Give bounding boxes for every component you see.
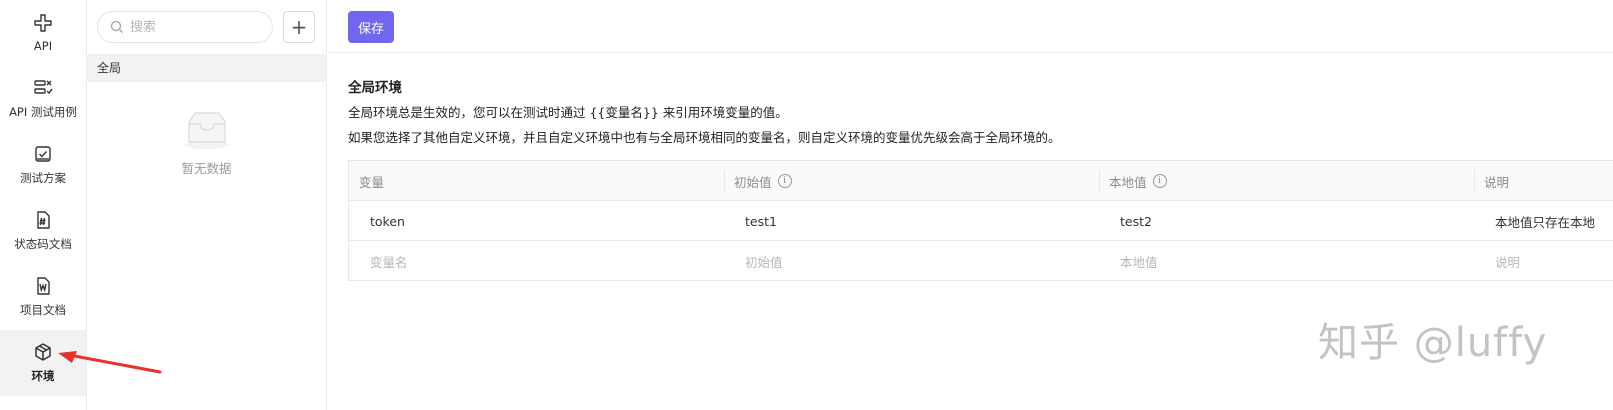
- nav-label: 状态码文档: [14, 237, 72, 251]
- new-description-input[interactable]: 说明: [1474, 241, 1613, 281]
- nav-label: 测试方案: [20, 171, 66, 185]
- nav-label: 项目文档: [20, 303, 66, 317]
- nav-item-status-code-doc[interactable]: 状态码文档: [0, 198, 86, 264]
- empty-text: 暂无数据: [181, 161, 232, 176]
- new-initial-value-input[interactable]: 初始值: [724, 241, 1099, 281]
- test-plan-icon: [35, 146, 51, 162]
- new-variable-row: 变量名 初始值 本地值 说明: [349, 241, 1613, 281]
- variables-table: 变量 初始值 i 本地值 i 说明 token test1 test2 本地值只…: [348, 160, 1613, 281]
- header-variable: 变量: [359, 174, 385, 190]
- description-line-2: 如果您选择了其他自定义环境，并且自定义环境中也有与全局环境相同的变量名，则自定义…: [348, 130, 1061, 145]
- header-initial-value: 初始值 i: [724, 161, 1099, 201]
- new-variable-name-input[interactable]: 变量名: [349, 241, 724, 281]
- section-title: 全局环境: [348, 80, 402, 96]
- app-window: API API 测试用例 测试方案 状态码文档 项目文档 环境 搜索 + 全局 …: [0, 0, 1613, 410]
- header-description: 说明: [1474, 161, 1613, 201]
- save-button[interactable]: 保存: [348, 11, 394, 43]
- add-environment-button[interactable]: +: [283, 11, 315, 43]
- red-arrow-annotation: [58, 351, 162, 374]
- search-box[interactable]: [97, 11, 273, 43]
- watermark: 知乎 @luffy: [1318, 320, 1548, 366]
- env-group-global[interactable]: 全局: [87, 54, 326, 82]
- nav-item-api[interactable]: API: [0, 0, 86, 66]
- nav-label: 环境: [31, 369, 55, 383]
- left-nav: API API 测试用例 测试方案 状态码文档 项目文档 环境: [0, 0, 87, 410]
- toolbar: 保存: [328, 0, 1613, 53]
- environment-icon: [35, 343, 51, 361]
- environment-list-panel: + 全局 暂无数据: [87, 0, 327, 410]
- table-header-row: 变量 初始值 i 本地值 i 说明: [349, 161, 1613, 201]
- api-icon: [34, 14, 52, 32]
- new-local-value-input[interactable]: 本地值: [1099, 241, 1474, 281]
- cell-initial-value[interactable]: test1: [724, 201, 1099, 241]
- search-input[interactable]: [130, 19, 260, 35]
- nav-item-project-doc[interactable]: 项目文档: [0, 264, 86, 330]
- nav-item-test-plan[interactable]: 测试方案: [0, 132, 86, 198]
- project-doc-icon: [37, 277, 50, 295]
- nav-label: API: [33, 39, 53, 53]
- cell-description[interactable]: 本地值只存在本地: [1474, 201, 1613, 241]
- table-row: token test1 test2 本地值只存在本地: [349, 201, 1613, 241]
- empty-inbox-icon: [184, 112, 229, 149]
- info-icon[interactable]: i: [1152, 174, 1167, 188]
- description-line-1: 全局环境总是生效的，您可以在测试时通过 {{变量名}} 来引用环境变量的值。: [348, 105, 788, 120]
- nav-label: API 测试用例: [9, 105, 77, 119]
- search-icon: [110, 20, 123, 33]
- info-icon[interactable]: i: [777, 174, 792, 188]
- status-code-doc-icon: [37, 211, 50, 229]
- nav-item-api-test-case[interactable]: API 测试用例: [0, 66, 86, 132]
- test-case-icon: [34, 80, 53, 95]
- cell-local-value[interactable]: test2: [1099, 201, 1474, 241]
- cell-variable[interactable]: token: [349, 201, 724, 241]
- empty-state: 暂无数据: [87, 110, 326, 177]
- header-local-value: 本地值 i: [1099, 161, 1474, 201]
